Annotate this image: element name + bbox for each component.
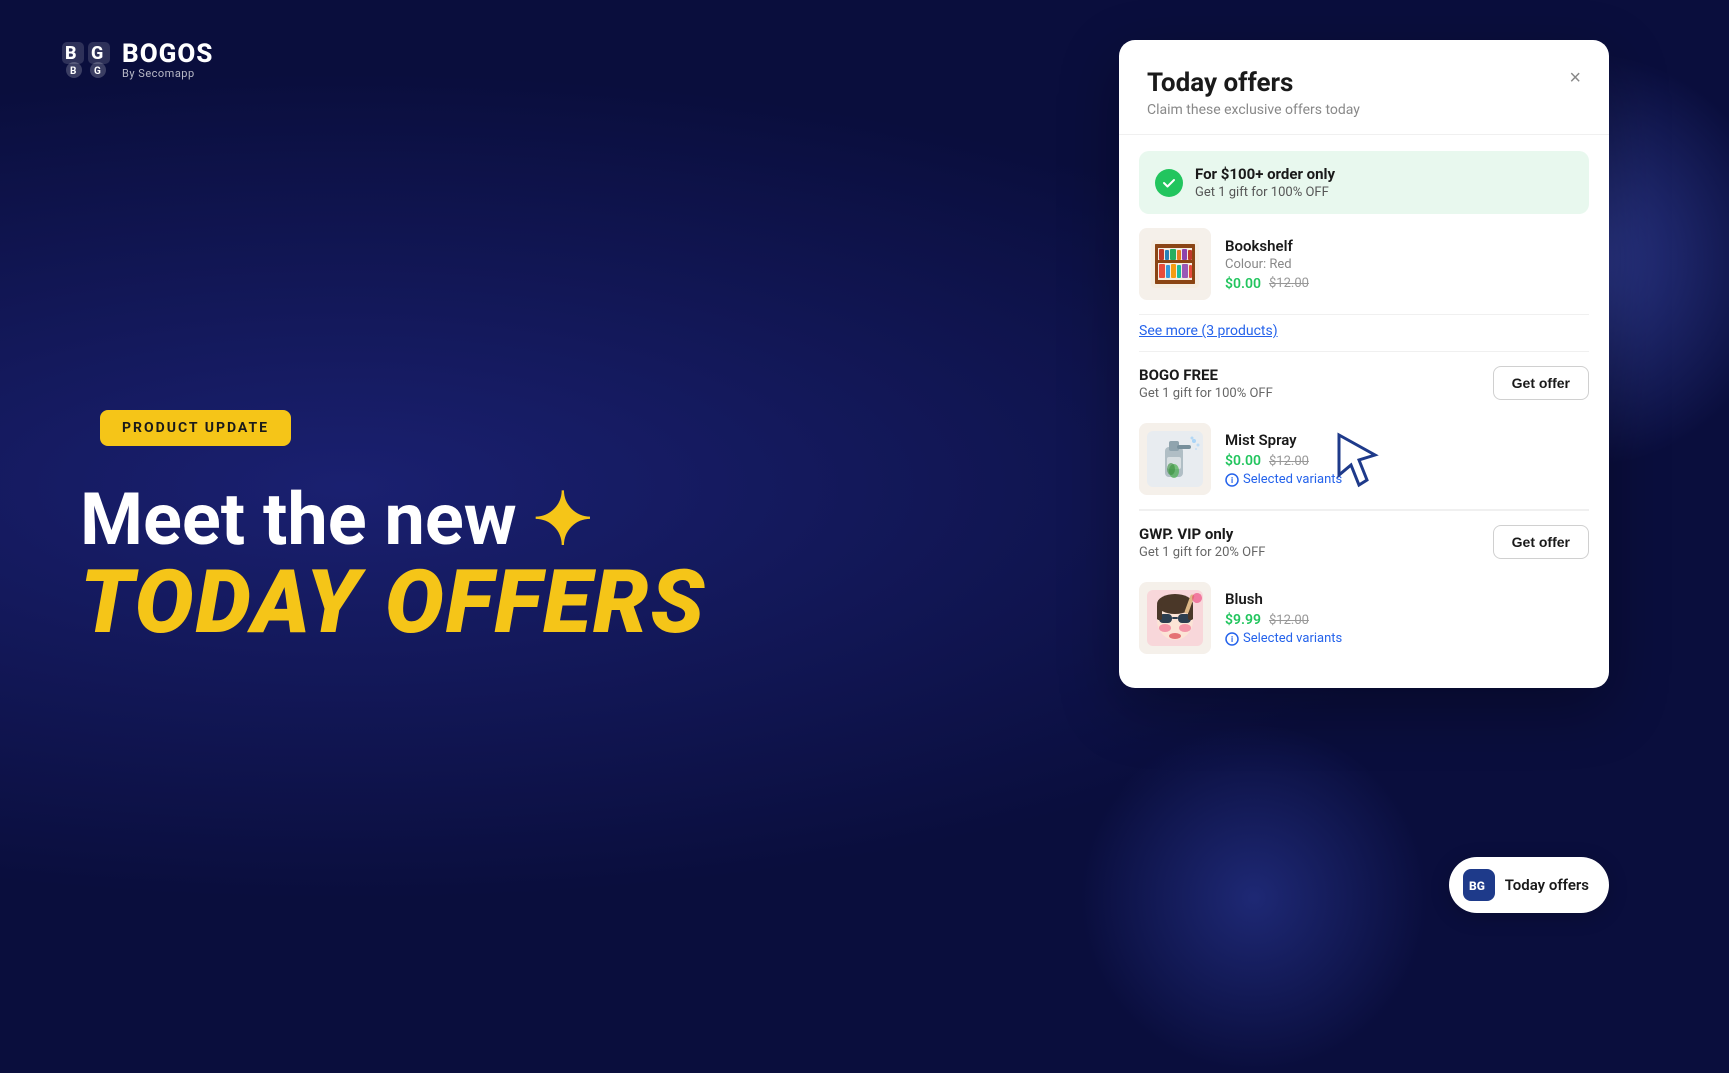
svg-text:i: i: [1231, 476, 1233, 485]
svg-text:G: G: [94, 66, 101, 77]
modal-title: Today offers: [1147, 68, 1581, 98]
modal-subtitle: Claim these exclusive offers today: [1147, 102, 1581, 118]
svg-text:BG: BG: [1469, 879, 1485, 893]
mist-spray-price: $0.00 $12.00: [1225, 453, 1342, 469]
logo-sub: By Secomapp: [122, 67, 213, 80]
see-more-link[interactable]: See more (3 products): [1139, 315, 1589, 351]
bogo-offer-text: BOGO FREE Get 1 gift for 100% OFF: [1139, 366, 1273, 401]
headline-text1: Meet the new: [80, 480, 517, 559]
mist-spray-price-old: $12.00: [1269, 454, 1309, 469]
svg-text:i: i: [1231, 635, 1233, 644]
modal-close-button[interactable]: ×: [1565, 64, 1585, 92]
gwp-get-offer-button[interactable]: Get offer: [1493, 525, 1589, 559]
bookshelf-price-new: $0.00: [1225, 276, 1261, 292]
blush-image: [1139, 582, 1211, 654]
floating-btn-label: Today offers: [1505, 876, 1589, 894]
logo-text: BOGOS By Secomapp: [122, 41, 213, 80]
headline-line2: TODAY OFFERS: [80, 559, 840, 647]
logo: B G B G BOGOS By Secomapp: [60, 40, 213, 80]
bookshelf-price-old: $12.00: [1269, 276, 1309, 291]
mist-spray-image: [1139, 423, 1211, 495]
blush-price: $9.99 $12.00: [1225, 612, 1342, 628]
active-offer-desc: Get 1 gift for 100% OFF: [1195, 185, 1335, 200]
bookshelf-product-item: Bookshelf Colour: Red $0.00 $12.00: [1139, 214, 1589, 315]
today-offers-modal: Today offers Claim these exclusive offer…: [1119, 40, 1609, 688]
modal-body: For $100+ order only Get 1 gift for 100%…: [1119, 135, 1609, 688]
bookshelf-price: $0.00 $12.00: [1225, 276, 1309, 292]
bookshelf-name: Bookshelf: [1225, 237, 1309, 255]
bookshelf-variant: Colour: Red: [1225, 257, 1309, 272]
svg-text:B: B: [70, 66, 76, 77]
check-circle-icon: [1155, 169, 1183, 197]
bogo-offer-desc: Get 1 gift for 100% OFF: [1139, 386, 1273, 401]
gwp-offer-text: GWP. VIP only Get 1 gift for 20% OFF: [1139, 525, 1265, 560]
blush-info: Blush $9.99 $12.00 i Selected variants: [1225, 590, 1342, 646]
blush-variants[interactable]: i Selected variants: [1225, 631, 1342, 646]
mist-spray-name: Mist Spray: [1225, 431, 1342, 449]
gwp-offer-section: GWP. VIP only Get 1 gift for 20% OFF Get…: [1139, 510, 1589, 568]
product-update-badge: PRODUCT UPDATE: [100, 410, 291, 446]
mist-spray-price-new: $0.00: [1225, 453, 1261, 469]
blush-price-new: $9.99: [1225, 612, 1261, 628]
active-offer-text: For $100+ order only Get 1 gift for 100%…: [1195, 165, 1335, 200]
floating-today-offers-button[interactable]: BG Today offers: [1449, 857, 1609, 913]
svg-text:G: G: [91, 43, 103, 64]
active-offer-section: For $100+ order only Get 1 gift for 100%…: [1139, 151, 1589, 214]
mouse-cursor: [1329, 430, 1389, 490]
headline-line1: Meet the new ✦: [80, 480, 840, 559]
active-offer-title: For $100+ order only: [1195, 165, 1335, 183]
bogo-get-offer-button[interactable]: Get offer: [1493, 366, 1589, 400]
modal-header: Today offers Claim these exclusive offer…: [1119, 40, 1609, 135]
bg-blob-bottom-right: [1079, 723, 1429, 1073]
svg-text:B: B: [65, 43, 77, 64]
blush-name: Blush: [1225, 590, 1342, 608]
blush-price-old: $12.00: [1269, 613, 1309, 628]
mist-spray-variants[interactable]: i Selected variants: [1225, 472, 1342, 487]
floating-btn-icon: BG: [1463, 869, 1495, 901]
sparkle-icon: ✦: [533, 480, 593, 559]
mist-spray-info: Mist Spray $0.00 $12.00 i Selected varia…: [1225, 431, 1342, 487]
bookshelf-info: Bookshelf Colour: Red $0.00 $12.00: [1225, 237, 1309, 292]
bookshelf-image: [1139, 228, 1211, 300]
headline: Meet the new ✦ TODAY OFFERS: [80, 480, 840, 647]
blush-product-item: Blush $9.99 $12.00 i Selected variants: [1139, 568, 1589, 668]
logo-brand: BOGOS: [122, 41, 213, 67]
gwp-offer-desc: Get 1 gift for 20% OFF: [1139, 545, 1265, 560]
logo-icon: B G B G: [60, 40, 112, 80]
bogo-offer-title: BOGO FREE: [1139, 366, 1273, 384]
gwp-offer-title: GWP. VIP only: [1139, 525, 1265, 543]
bogo-offer-section: BOGO FREE Get 1 gift for 100% OFF Get of…: [1139, 351, 1589, 409]
